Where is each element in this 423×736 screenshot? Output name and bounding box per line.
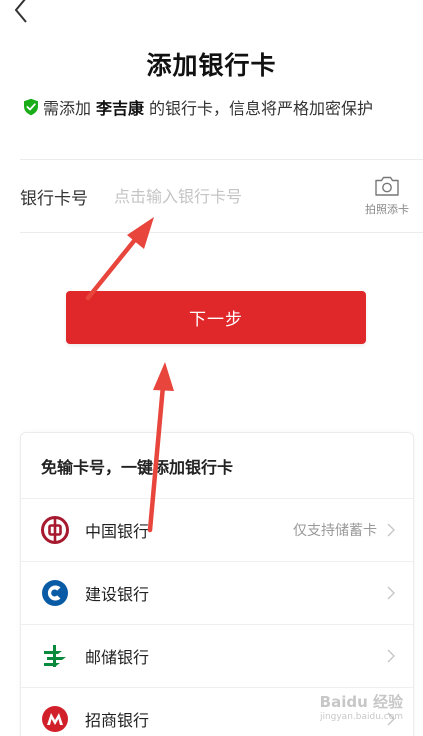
chevron-left-icon <box>14 0 27 23</box>
photo-add-card-label: 拍照添卡 <box>365 203 409 216</box>
watermark-sub: jingyan.baidu.com <box>319 712 403 722</box>
cmb-logo-icon <box>42 706 68 732</box>
boc-logo-icon <box>41 516 69 544</box>
bank-note: 仅支持储蓄卡 <box>293 523 377 539</box>
bank-name: 建设银行 <box>85 585 150 604</box>
watermark-main: Baidu 经验 <box>319 693 403 711</box>
page-title: 添加银行卡 <box>146 51 277 80</box>
chevron-right-icon <box>387 649 395 663</box>
notice-prefix: 需添加 <box>43 99 92 118</box>
bank-item-ccb[interactable]: 建设银行 <box>21 562 413 625</box>
bank-name: 中国银行 <box>85 522 150 541</box>
photo-add-card-button[interactable]: 拍照添卡 <box>359 175 415 217</box>
card-number-row: 银行卡号 拍照添卡 <box>20 160 415 232</box>
cardholder-name: 李吉康 <box>96 99 145 118</box>
card-number-input[interactable] <box>114 186 359 206</box>
bank-item-psbc[interactable]: 邮储银行 <box>21 625 413 688</box>
shield-check-icon <box>24 98 38 116</box>
encryption-notice: 需添加 李吉康 的银行卡，信息将严格加密保护 <box>22 96 413 118</box>
divider <box>20 232 423 233</box>
psbc-logo-icon <box>44 645 66 667</box>
ccb-logo-icon <box>42 580 68 606</box>
chevron-right-icon <box>387 586 395 600</box>
bank-item-boc[interactable]: 中国银行 仅支持储蓄卡 <box>21 499 413 562</box>
baidu-jingyan-watermark: Baidu 经验 jingyan.baidu.com <box>320 691 403 722</box>
chevron-right-icon <box>387 523 395 537</box>
card-number-label: 银行卡号 <box>20 188 88 209</box>
quick-add-title: 免输卡号，一键添加银行卡 <box>21 433 413 499</box>
camera-icon <box>375 176 399 196</box>
add-bank-card-page: 添加银行卡 需添加 李吉康 的银行卡，信息将严格加密保护 银行卡号 拍照添卡 下… <box>0 0 423 736</box>
bank-name: 邮储银行 <box>85 648 150 667</box>
next-step-button[interactable]: 下一步 <box>66 291 366 344</box>
notice-suffix: 的银行卡，信息将严格加密保护 <box>149 99 374 118</box>
back-button[interactable] <box>10 0 36 28</box>
